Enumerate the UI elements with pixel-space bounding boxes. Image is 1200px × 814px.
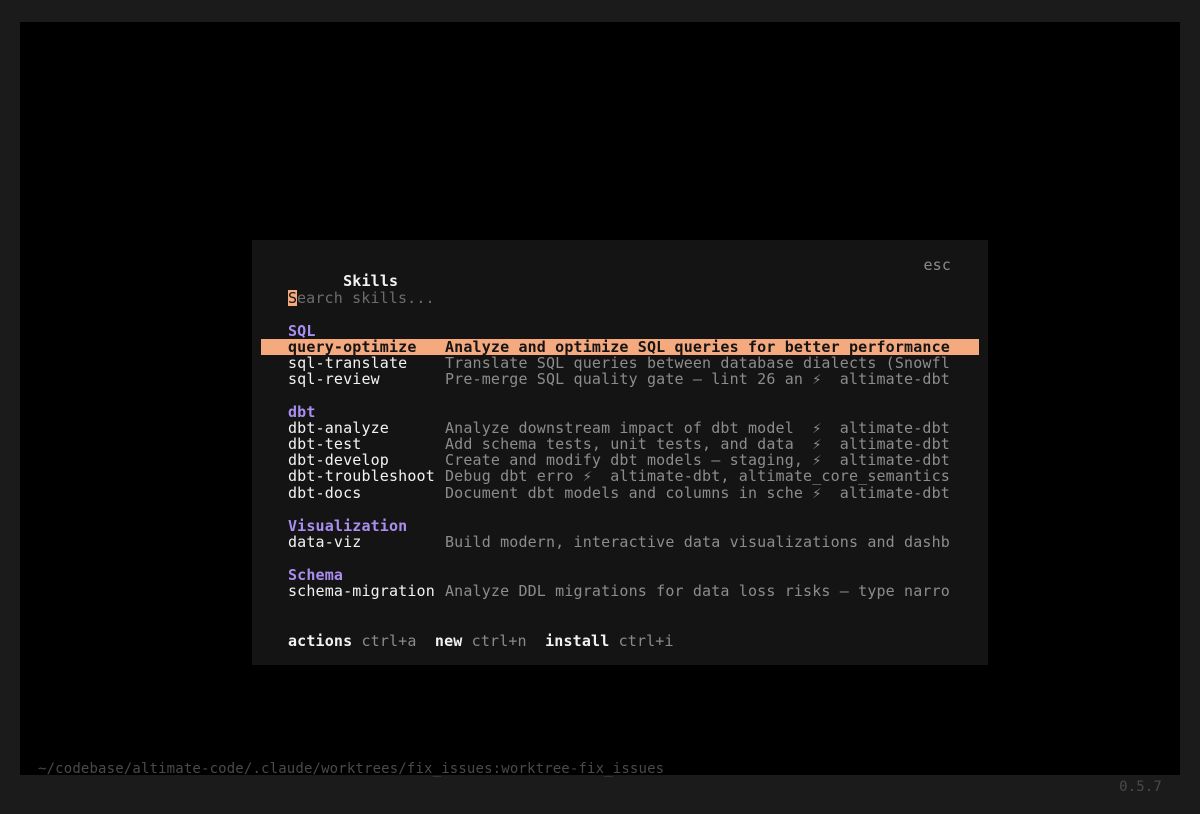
skill-name: query-optimize bbox=[288, 338, 417, 356]
skill-description: Document dbt models and columns in sche … bbox=[445, 484, 950, 502]
skill-item-dbt-test[interactable]: dbt-test Add schema tests, unit tests, an… bbox=[288, 436, 951, 452]
dialog-header: Skills esc bbox=[288, 257, 951, 289]
skill-description: Build modern, interactive data visualiza… bbox=[445, 533, 950, 551]
working-directory-path: ~/codebase/altimate-code/.claude/worktre… bbox=[38, 761, 665, 777]
search-input[interactable]: Search skills... bbox=[288, 290, 951, 306]
skill-item-dbt-develop[interactable]: dbt-develop Create and modify dbt models … bbox=[288, 452, 951, 468]
status-bar: ~/codebase/altimate-code/.claude/worktre… bbox=[38, 742, 1162, 795]
dialog-title: Skills bbox=[343, 272, 399, 290]
skill-item-query-optimize[interactable]: query-optimize Analyze and optimize SQL q… bbox=[261, 339, 979, 355]
text-cursor: S bbox=[288, 289, 298, 307]
skill-item-schema-migration[interactable]: schema-migration Analyze DDL migrations f… bbox=[288, 583, 951, 599]
skill-name: dbt-develop bbox=[288, 451, 389, 469]
skill-item-dbt-analyze[interactable]: dbt-analyze Analyze downstream impact of … bbox=[288, 420, 951, 436]
skills-dialog: Skills esc Search skills... SQL query-op… bbox=[252, 240, 988, 665]
version-label: 0.5.7 bbox=[1119, 779, 1162, 795]
skill-name: sql-translate bbox=[288, 354, 408, 372]
group-heading-sql: SQL bbox=[288, 322, 316, 340]
skill-name: schema-migration bbox=[288, 582, 435, 600]
skill-item-dbt-docs[interactable]: dbt-docs Document dbt models and columns … bbox=[288, 485, 951, 501]
group-heading-visualization: Visualization bbox=[288, 517, 408, 535]
dialog-footer: actions ctrl+a new ctrl+n install ctrl+i bbox=[288, 633, 951, 649]
skill-description: Analyze DDL migrations for data loss ris… bbox=[445, 582, 950, 600]
search-placeholder: earch skills... bbox=[297, 289, 435, 307]
skill-name: dbt-test bbox=[288, 435, 362, 453]
footer-action-install[interactable]: install ctrl+i bbox=[545, 632, 674, 650]
terminal-window: Skills esc Search skills... SQL query-op… bbox=[20, 22, 1180, 795]
footer-action-new[interactable]: new ctrl+n bbox=[435, 632, 527, 650]
skill-name: dbt-docs bbox=[288, 484, 362, 502]
skill-description: Debug dbt erro ⚡ altimate-dbt, altimate_… bbox=[445, 467, 950, 485]
skill-description: Pre-merge SQL quality gate — lint 26 an … bbox=[445, 370, 950, 388]
footer-action-actions[interactable]: actions ctrl+a bbox=[288, 632, 417, 650]
skill-item-dbt-troubleshoot[interactable]: dbt-troubleshoot Debug dbt erro ⚡ altimat… bbox=[288, 468, 951, 484]
skill-item-data-viz[interactable]: data-viz Build modern, interactive data v… bbox=[288, 534, 951, 550]
skill-name: dbt-troubleshoot bbox=[288, 467, 435, 485]
close-hint-esc[interactable]: esc bbox=[923, 257, 951, 273]
skill-name: sql-review bbox=[288, 370, 380, 388]
group-heading-schema: Schema bbox=[288, 566, 344, 584]
skill-name: data-viz bbox=[288, 533, 362, 551]
skill-item-sql-review[interactable]: sql-review Pre-merge SQL quality gate — l… bbox=[288, 371, 951, 387]
skill-name: dbt-analyze bbox=[288, 419, 389, 437]
skill-item-sql-translate[interactable]: sql-translate Translate SQL queries betwe… bbox=[288, 355, 951, 371]
group-heading-dbt: dbt bbox=[288, 403, 316, 421]
